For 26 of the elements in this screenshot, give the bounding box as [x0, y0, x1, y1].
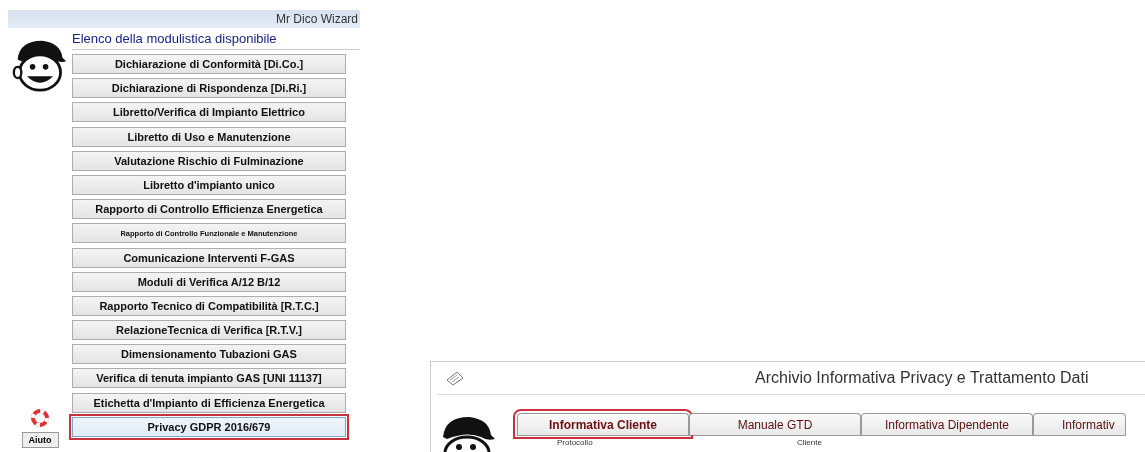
form-button[interactable]: Valutazione Rischio di Fulminazione — [72, 150, 346, 171]
form-button[interactable]: RelazioneTecnica di Verifica [R.T.V.] — [72, 320, 346, 341]
lifebuoy-icon — [30, 408, 50, 428]
form-button[interactable]: Verifica di tenuta impianto GAS [UNI 11137] — [72, 368, 346, 389]
form-button[interactable]: Rapporto di Controllo Efficienza Energetica — [72, 199, 346, 220]
column-header: Protocollo — [556, 437, 594, 447]
window-title: Archivio Informativa Privacy e Trattamento Dati — [755, 369, 1089, 387]
form-button[interactable]: Moduli di Verifica A/12 B/12 — [72, 271, 346, 292]
tab[interactable]: Manuale GTD — [689, 413, 861, 435]
form-button[interactable]: Libretto/Verifica di Impianto Elettrico — [72, 102, 346, 123]
form-button[interactable]: Libretto d'impianto unico — [72, 174, 346, 195]
section-heading: Elenco della modulistica disponibile — [72, 28, 360, 50]
form-button[interactable]: Comunicazione Interventi F-GAS — [72, 247, 346, 268]
column-header: Cliente — [796, 437, 823, 447]
notepad-icon — [445, 370, 465, 386]
form-button[interactable]: Dichiarazione di Conformità [Di.Co.] — [72, 54, 346, 74]
help-button[interactable]: Aiuto — [21, 432, 59, 448]
tab[interactable]: Informativ — [1033, 413, 1126, 435]
tab[interactable]: Informativa Dipendente — [861, 413, 1033, 435]
form-button[interactable]: Libretto di Uso e Manutenzione — [72, 126, 346, 147]
form-button[interactable]: Etichetta d'Impianto di Efficienza Energetica — [72, 392, 346, 413]
form-button[interactable]: Privacy GDPR 2016/679 — [72, 416, 346, 437]
form-button[interactable]: Rapporto Tecnico di Compatibilità [R.T.C.] — [72, 295, 346, 316]
form-button[interactable]: Dichiarazione di Rispondenza [Di.Ri.] — [72, 78, 346, 99]
window-title: Mr Dico Wizard — [276, 12, 358, 26]
form-button[interactable]: Dimensionamento Tubazioni GAS — [72, 344, 346, 365]
